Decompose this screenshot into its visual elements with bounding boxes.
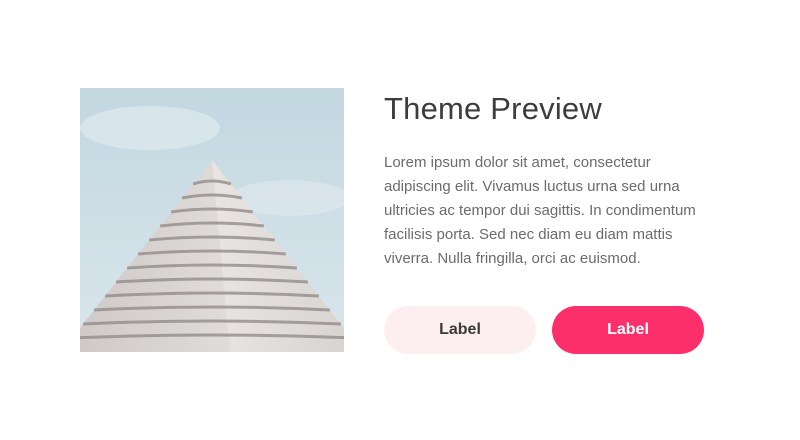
card-title: Theme Preview	[384, 91, 602, 126]
preview-content: Theme Preview Lorem ipsum dolor sit amet…	[384, 88, 720, 354]
building-illustration	[80, 88, 344, 352]
building-photo	[80, 88, 344, 352]
card-actions: Label Label	[384, 306, 720, 354]
primary-button[interactable]: Label	[552, 306, 704, 354]
card-description: Lorem ipsum dolor sit amet, consectetur …	[384, 154, 696, 267]
theme-preview-card: Theme Preview Lorem ipsum dolor sit amet…	[80, 88, 720, 354]
secondary-button[interactable]: Label	[384, 306, 536, 354]
